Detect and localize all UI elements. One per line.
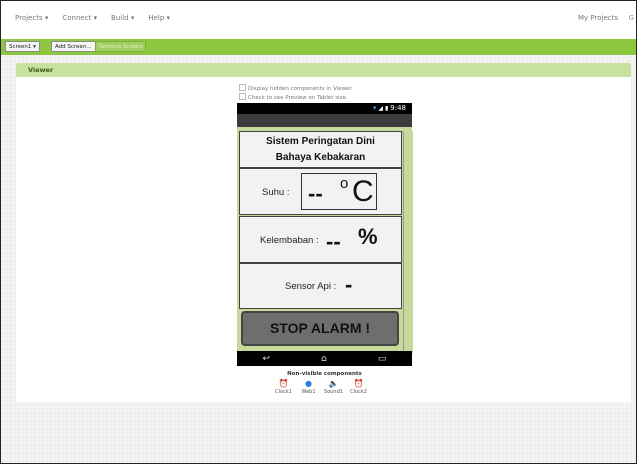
display-hidden-checkbox[interactable] bbox=[239, 84, 246, 91]
nonvisible-web1[interactable]: ● Web1 bbox=[298, 379, 319, 395]
add-screen-button[interactable]: Add Screen... bbox=[51, 41, 96, 52]
sensor-api-label: Sensor Api : bbox=[285, 281, 337, 292]
tablet-preview-checkbox-row[interactable]: Check to see Preview on Tablet size. bbox=[239, 93, 348, 101]
app-title-line2: Bahaya Kebakaran bbox=[275, 152, 366, 163]
status-icons: ▾ ◢ ▮ 9:48 bbox=[373, 104, 406, 112]
viewer-header: Viewer bbox=[16, 63, 631, 77]
my-projects-link[interactable]: My Projects bbox=[578, 14, 618, 22]
status-time: 9:48 bbox=[390, 104, 406, 112]
degree-symbol: o bbox=[340, 175, 349, 192]
sound-icon: 🔈 bbox=[328, 379, 339, 388]
stop-alarm-button[interactable]: STOP ALARM ! bbox=[241, 311, 399, 346]
display-hidden-checkbox-row[interactable]: Display hidden components in Viewer bbox=[239, 84, 352, 92]
screen-select-dropdown[interactable]: Screen1 ▾ bbox=[5, 41, 40, 52]
display-hidden-label: Display hidden components in Viewer bbox=[248, 86, 352, 92]
menu-build[interactable]: Build ▾ bbox=[111, 14, 134, 22]
top-menu-bar: Projects ▾ Connect ▾ Build ▾ Help ▾ My P… bbox=[1, 1, 636, 39]
designer-toolbar: Screen1 ▾ Add Screen... Remove Screen bbox=[1, 39, 636, 55]
phone-nav-bar: ↩ ⌂ ▭ bbox=[237, 351, 412, 366]
suhu-label: Suhu : bbox=[262, 187, 290, 198]
menu-help[interactable]: Help ▾ bbox=[148, 14, 170, 22]
menu-connect[interactable]: Connect ▾ bbox=[62, 14, 97, 22]
nonvisible-components-title: Non-visible components bbox=[287, 371, 362, 377]
kelembaban-label: Kelembaban : bbox=[260, 235, 319, 246]
clock-icon: ⏰ bbox=[353, 379, 364, 388]
suhu-value: -- bbox=[308, 181, 323, 206]
remove-screen-button[interactable]: Remove Screen bbox=[95, 41, 146, 52]
nonvisible-clock2[interactable]: ⏰ Clock2 bbox=[348, 379, 369, 395]
kelembaban-row[interactable]: Kelembaban : -- % bbox=[239, 216, 402, 263]
suhu-row[interactable]: Suhu : -- o C bbox=[239, 168, 402, 215]
nonvisible-label: Clock2 bbox=[350, 389, 367, 395]
wifi-icon: ▾ bbox=[372, 104, 377, 112]
app-inventor-window: Projects ▾ Connect ▾ Build ▾ Help ▾ My P… bbox=[0, 0, 637, 464]
celsius-unit: C bbox=[352, 175, 374, 208]
nonvisible-components-list: ⏰ Clock1 ● Web1 🔈 Sound1 ⏰ Clock2 bbox=[273, 379, 369, 395]
suhu-value-box[interactable]: -- o C bbox=[301, 173, 377, 210]
nonvisible-label: Web1 bbox=[301, 389, 316, 395]
phone-preview: ▾ ◢ ▮ 9:48 Sistem Peringatan Dini Bahaya… bbox=[237, 103, 413, 366]
tablet-preview-label: Check to see Preview on Tablet size. bbox=[248, 95, 348, 101]
menu-projects[interactable]: Projects ▾ bbox=[15, 14, 48, 22]
home-icon[interactable]: ⌂ bbox=[321, 354, 327, 364]
menu-overflow-text[interactable]: G bbox=[629, 14, 634, 22]
percent-unit: % bbox=[358, 224, 378, 249]
nonvisible-label: Clock1 bbox=[275, 389, 292, 395]
nonvisible-clock1[interactable]: ⏰ Clock1 bbox=[273, 379, 294, 395]
nonvisible-sound1[interactable]: 🔈 Sound1 bbox=[323, 379, 344, 395]
signal-icon: ◢ bbox=[378, 104, 383, 112]
sensor-api-row[interactable]: Sensor Api : - bbox=[239, 263, 402, 309]
tablet-preview-checkbox[interactable] bbox=[239, 93, 246, 100]
app-title-line1: Sistem Peringatan Dini bbox=[266, 136, 375, 147]
main-menu: Projects ▾ Connect ▾ Build ▾ Help ▾ bbox=[15, 14, 170, 22]
clock-icon: ⏰ bbox=[278, 379, 289, 388]
battery-icon: ▮ bbox=[384, 104, 389, 112]
app-title-box: Sistem Peringatan Dini Bahaya Kebakaran bbox=[239, 131, 402, 168]
viewer-title: Viewer bbox=[28, 66, 54, 74]
nonvisible-label: Sound1 bbox=[324, 389, 343, 395]
web-icon: ● bbox=[305, 379, 312, 388]
phone-status-bar: ▾ ◢ ▮ 9:48 bbox=[237, 103, 412, 114]
kelembaban-value: -- bbox=[326, 229, 341, 254]
sensor-api-value: - bbox=[345, 272, 353, 297]
screen-scroll-strip bbox=[403, 131, 413, 353]
back-icon[interactable]: ↩ bbox=[263, 354, 271, 364]
phone-title-bar bbox=[237, 114, 412, 127]
recent-apps-icon[interactable]: ▭ bbox=[378, 354, 387, 364]
